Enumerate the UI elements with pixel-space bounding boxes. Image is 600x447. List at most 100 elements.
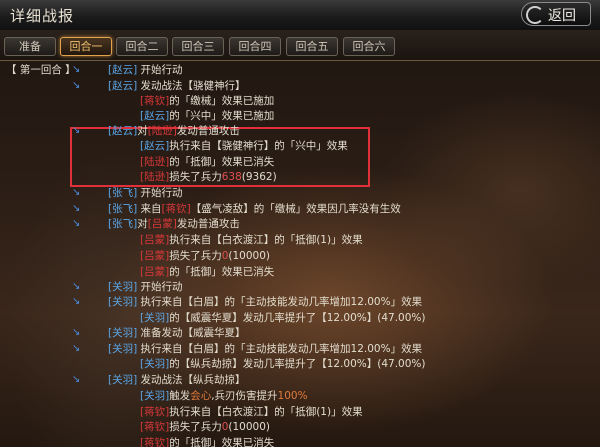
tab-round-6[interactable]: 回合六 [343, 37, 395, 56]
log-entry: [蒋钦]执行来自【白衣渡江】的「抵御(1)」效果 [0, 404, 600, 420]
log-entry: [陆逊]损失了兵力638(9362) [0, 169, 600, 185]
log-entry: [关羽]触发会心,兵刃伤害提升100% [0, 388, 600, 404]
log-entry-text: [关羽]的【纵兵劫掠】发动几率提升了【12.00%】(47.00%) [140, 356, 425, 372]
log-fragment: 【盛气凌敌】的「缴械」效果因几率没有生效 [190, 203, 401, 215]
log-fragment: 发动战法【骁健神行】 [137, 80, 246, 92]
log-fragment: 执行来自【白衣渡江】的「抵御(1)」效果 [169, 234, 363, 246]
general-name: [吕蒙] [140, 234, 170, 246]
action-arrow-icon: ↘ [72, 203, 81, 214]
general-name: [赵云] [108, 64, 138, 76]
general-name: [蒋钦] [140, 406, 170, 418]
log-fragment: 的「抵御」效果已消失 [169, 156, 275, 168]
action-arrow-icon: ↘ [72, 218, 81, 229]
log-entry-text: [关羽]触发会心,兵刃伤害提升100% [140, 388, 308, 404]
page-title: 详细战报 [10, 7, 75, 25]
tab-prepare[interactable]: 准备 [4, 37, 56, 56]
back-swirl-icon [526, 6, 544, 24]
log-entry: ↘ [关羽] 执行来自【白眉】的「主动技能发动几率增加12.00%」效果 [0, 341, 600, 357]
log-fragment: (9362) [241, 171, 277, 183]
general-name: [蒋钦] [161, 203, 191, 215]
log-entry: ↘ [张飞] 来自[蒋钦]【盛气凌敌】的「缴械」效果因几率没有生效 [0, 201, 600, 217]
tab-round-5[interactable]: 回合五 [286, 37, 338, 56]
log-entry-text: [蒋钦]损失了兵力0(10000) [140, 419, 270, 435]
log-fragment: 损失了兵力 [169, 421, 222, 433]
log-entry-text: [赵云] 开始行动 [108, 62, 183, 78]
log-entry: ↘ [关羽] 准备发动【威震华夏】 [0, 325, 600, 341]
tab-round-3[interactable]: 回合三 [172, 37, 224, 56]
general-name: [关羽] [140, 312, 170, 324]
log-fragment: 来自 [137, 203, 162, 215]
log-entry: [关羽]的【纵兵劫掠】发动几率提升了【12.00%】(47.00%) [0, 356, 600, 372]
log-fragment: 的【纵兵劫掠】发动几率提升了【12.00%】(47.00%) [169, 358, 426, 370]
action-arrow-icon: ↘ [72, 64, 81, 75]
general-name: [赵云] [108, 125, 138, 137]
log-fragment: 的【威震华夏】发动几率提升了【12.00%】(47.00%) [169, 312, 426, 324]
log-entry: ↘ [张飞]对[吕蒙]发动普通攻击 [0, 216, 600, 232]
log-entry: ↘ [关羽] 发动战法【纵兵劫掠】 [0, 372, 600, 388]
general-name: [陆逊] [140, 156, 170, 168]
log-fragment: (10000) [228, 421, 270, 433]
log-entry-text: [张飞] 来自[蒋钦]【盛气凌敌】的「缴械」效果因几率没有生效 [108, 201, 401, 217]
log-entry-text: [蒋钦]的「抵御」效果已消失 [140, 435, 274, 447]
log-entry-text: [吕蒙]损失了兵力0(10000) [140, 248, 270, 264]
log-entry-text: [赵云]对[陆逊]发动普通攻击 [108, 123, 240, 139]
general-name: [关羽] [140, 390, 170, 402]
action-arrow-icon: ↘ [72, 327, 81, 338]
log-entry: ↘ [赵云] 开始行动 [0, 62, 600, 78]
log-fragment: 开始行动 [137, 187, 183, 199]
general-name: [赵云] [108, 80, 138, 92]
general-name: [关羽] [140, 358, 170, 370]
log-entry-text: [关羽] 执行来自【白眉】的「主动技能发动几率增加12.00%」效果 [108, 341, 422, 357]
log-fragment: 执行来自【白衣渡江】的「抵御(1)」效果 [169, 406, 363, 418]
general-name: [关羽] [108, 296, 138, 308]
log-entry-text: [关羽]的【威震华夏】发动几率提升了【12.00%】(47.00%) [140, 310, 425, 326]
general-name: [吕蒙] [140, 266, 170, 278]
general-name: [张飞] [108, 218, 138, 230]
battle-log[interactable]: 【 第一回合 】 ↘ [赵云] 开始行动 ↘ [赵云] 发动战法【骁健神行】 [蒋钦]的「… [0, 61, 600, 447]
log-entry-text: [关羽] 执行来自【白眉】的「主动技能发动几率增加12.00%」效果 [108, 294, 422, 310]
log-fragment: 的「抵御」效果已消失 [169, 266, 275, 278]
log-fragment: 638 [221, 171, 242, 183]
log-fragment: 会心 [190, 390, 212, 402]
log-entry: ↘ [关羽] 执行来自【白眉】的「主动技能发动几率增加12.00%」效果 [0, 294, 600, 310]
log-fragment: 对 [137, 218, 148, 230]
log-entry: [吕蒙]执行来自【白衣渡江】的「抵御(1)」效果 [0, 232, 600, 248]
general-name: [关羽] [108, 374, 138, 386]
action-arrow-icon: ↘ [72, 80, 81, 91]
log-entry-text: [关羽] 准备发动【威震华夏】 [108, 325, 246, 341]
tab-round-4[interactable]: 回合四 [229, 37, 281, 56]
log-entry: ↘ [赵云] 发动战法【骁健神行】 [0, 78, 600, 94]
tab-round-2[interactable]: 回合二 [116, 37, 168, 56]
log-fragment: 100% [277, 390, 308, 402]
general-name: [关羽] [108, 281, 138, 293]
log-entry-text: [关羽] 发动战法【纵兵劫掠】 [108, 372, 246, 388]
log-entry: [赵云]执行来自【骁健神行】的「兴中」效果 [0, 138, 600, 154]
log-fragment: 触发 [169, 390, 191, 402]
log-entry-text: [吕蒙]的「抵御」效果已消失 [140, 264, 274, 280]
log-entry: [蒋钦]损失了兵力0(10000) [0, 419, 600, 435]
general-name: [赵云] [140, 140, 170, 152]
general-name: [吕蒙] [147, 218, 177, 230]
log-entry: [关羽]的【威震华夏】发动几率提升了【12.00%】(47.00%) [0, 310, 600, 326]
log-fragment: 发动战法【纵兵劫掠】 [137, 374, 246, 386]
log-entry-text: [蒋钦]执行来自【白衣渡江】的「抵御(1)」效果 [140, 404, 363, 420]
tab-round-1[interactable]: 回合一 [60, 37, 112, 56]
header-bar: 详细战报 返回 [0, 0, 600, 31]
log-entry: [蒋钦]的「缴械」效果已施加 [0, 93, 600, 109]
log-fragment: 损失了兵力 [169, 171, 222, 183]
general-name: [蒋钦] [140, 95, 170, 107]
log-entry: [陆逊]的「抵御」效果已消失 [0, 154, 600, 170]
general-name: [陆逊] [147, 125, 177, 137]
back-button-label: 返回 [548, 8, 576, 24]
action-arrow-icon: ↘ [72, 187, 81, 198]
battle-report-screen: 详细战报 返回 准备 回合一 回合二 回合三 回合四 回合五 回合六 【 第一回… [0, 0, 600, 447]
log-fragment: 执行来自【白眉】的「主动技能发动几率增加12.00%」效果 [137, 343, 423, 355]
action-arrow-icon: ↘ [72, 343, 81, 354]
back-button[interactable]: 返回 [521, 2, 591, 26]
log-entry-text: [陆逊]损失了兵力638(9362) [140, 169, 277, 185]
log-entry: [吕蒙]的「抵御」效果已消失 [0, 264, 600, 280]
log-fragment: 发动普通攻击 [176, 125, 240, 137]
log-fragment: 损失了兵力 [169, 250, 222, 262]
log-fragment: 的「缴械」效果已施加 [169, 95, 275, 107]
log-entry-text: [关羽] 开始行动 [108, 279, 183, 295]
